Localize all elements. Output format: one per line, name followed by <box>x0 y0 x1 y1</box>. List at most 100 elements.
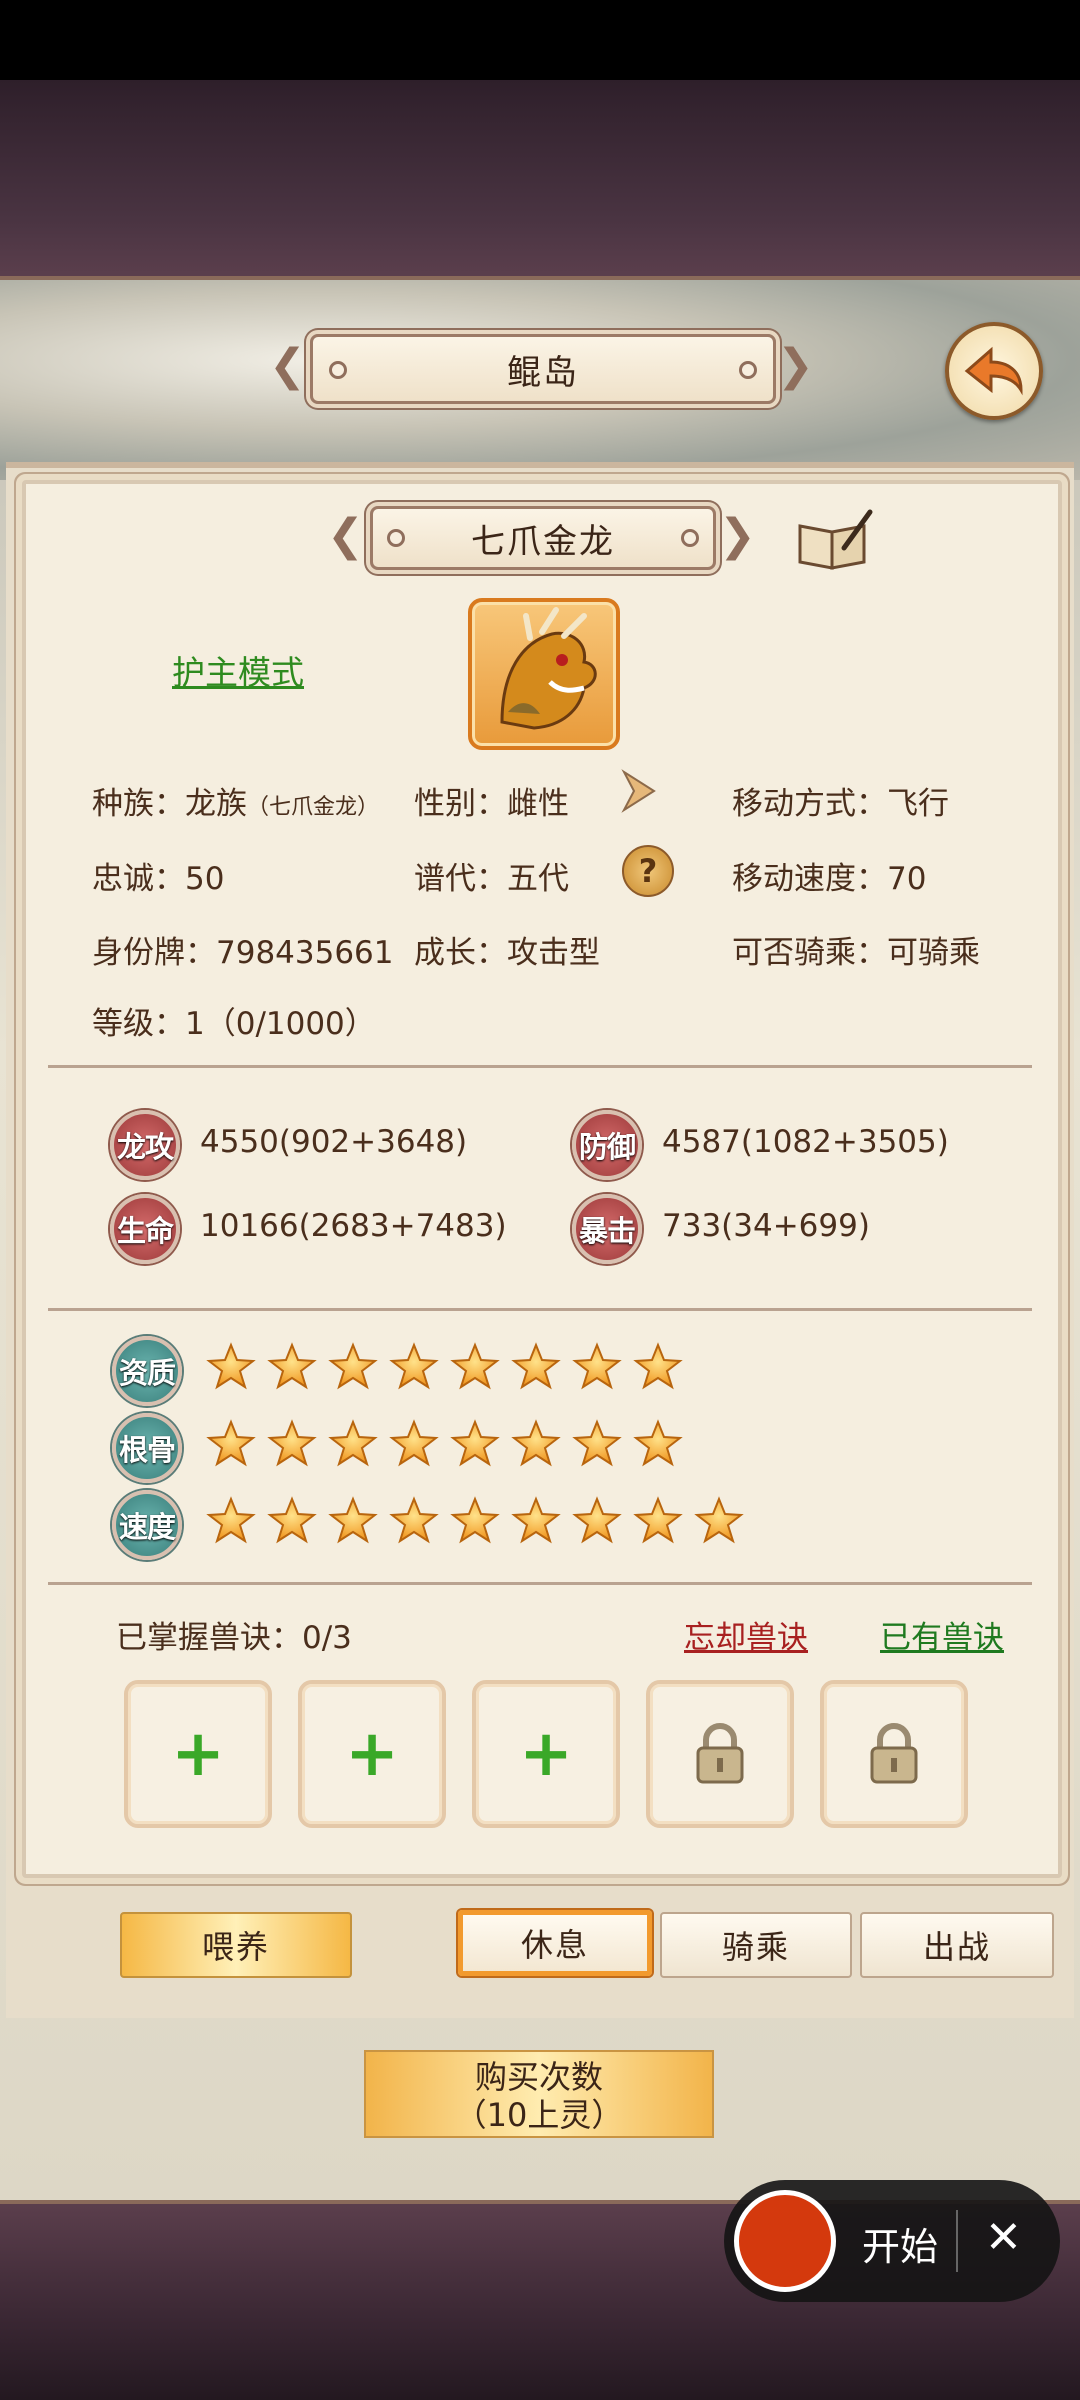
loyalty-label: 忠诚： <box>92 861 185 897</box>
crit-badge: 暴击 <box>572 1194 642 1264</box>
aptitude-badge: 资质 <box>112 1336 182 1406</box>
rest-button[interactable]: 休息 <box>458 1910 652 1976</box>
defense-badge: 防御 <box>572 1110 642 1180</box>
star-icon <box>328 1342 378 1396</box>
skill-slot-add[interactable]: + <box>124 1680 272 1828</box>
growth-value: 攻击型 <box>507 935 600 971</box>
owned-skill-link[interactable]: 已有兽诀 <box>880 1612 1004 1657</box>
location-banner: ❮ 鲲岛 ❯ <box>269 334 814 404</box>
buy-cost: （10上灵） <box>454 2096 624 2134</box>
lock-icon <box>870 1723 918 1784</box>
star-icon <box>267 1419 317 1473</box>
star-icon <box>450 1342 500 1396</box>
speed-label: 移动速度： <box>732 861 887 897</box>
pet-name: 七爪金龙 <box>471 521 615 562</box>
move-label: 移动方式： <box>732 786 887 822</box>
forget-skill-link[interactable]: 忘却兽诀 <box>684 1612 808 1657</box>
gender-label: 性别： <box>414 786 507 822</box>
race-label: 种族： <box>92 786 185 822</box>
star-icon <box>328 1419 378 1473</box>
race-value: 龙族 <box>185 786 247 822</box>
buy-label: 购买次数 <box>474 2058 603 2096</box>
star-icon <box>206 1342 256 1396</box>
pet-portrait[interactable] <box>468 598 620 750</box>
star-icon <box>633 1342 683 1396</box>
divider <box>48 1582 1032 1585</box>
speed-value: 70 <box>887 861 927 897</box>
star-icon <box>206 1496 256 1550</box>
bone-badge: 根骨 <box>112 1413 182 1483</box>
plus-icon: + <box>519 1717 573 1791</box>
star-icon <box>328 1496 378 1550</box>
battle-button[interactable]: 出战 <box>860 1912 1054 1978</box>
id-value: 798435661 <box>216 935 394 971</box>
ride-button[interactable]: 骑乘 <box>660 1912 852 1978</box>
star-icon <box>450 1496 500 1550</box>
location-title: 鲲岛 <box>507 352 579 393</box>
loyalty-value: 50 <box>185 861 225 897</box>
attack-badge: 龙攻 <box>110 1110 180 1180</box>
growth-label: 成长： <box>414 935 507 971</box>
star-icon <box>267 1496 317 1550</box>
star-icon <box>450 1419 500 1473</box>
star-icon <box>633 1419 683 1473</box>
star-icon <box>694 1496 744 1550</box>
star-icon <box>389 1342 439 1396</box>
banner-right-ornament: ❯ <box>777 340 816 391</box>
skill-slot-add[interactable]: + <box>472 1680 620 1828</box>
divider <box>48 1065 1032 1068</box>
ride-value: 可骑乘 <box>887 935 980 971</box>
star-icon <box>511 1419 561 1473</box>
divider <box>48 1308 1032 1311</box>
defense-value: 4587(1082+3505) <box>662 1124 949 1160</box>
feed-button[interactable]: 喂养 <box>120 1912 352 1978</box>
hp-value: 10166(2683+7483) <box>200 1208 507 1244</box>
skill-slot-locked[interactable] <box>646 1680 794 1828</box>
buy-count-button[interactable]: 购买次数 （10上灵） <box>364 2050 714 2138</box>
book-quill-icon <box>798 509 873 570</box>
star-icon <box>511 1496 561 1550</box>
record-button[interactable] <box>734 2190 836 2292</box>
swap-arrow-icon <box>621 769 656 813</box>
gender-switch-button[interactable] <box>618 766 664 816</box>
pet-book-button[interactable] <box>794 508 874 572</box>
plus-icon: + <box>345 1717 399 1791</box>
star-icon <box>572 1342 622 1396</box>
golden-dragon-icon <box>500 607 597 730</box>
ride-label: 可否骑乘： <box>732 935 887 971</box>
star-icon <box>572 1419 622 1473</box>
mastered-label: 已掌握兽诀： <box>116 1620 302 1656</box>
record-start-label[interactable]: 开始 <box>862 2216 938 2271</box>
hp-badge: 生命 <box>110 1194 180 1264</box>
aptitude-stars <box>206 1342 683 1396</box>
speed-stars <box>206 1496 744 1550</box>
star-icon <box>206 1419 256 1473</box>
id-label: 身份牌： <box>92 935 216 971</box>
star-icon <box>633 1496 683 1550</box>
level-label: 等级： <box>92 1006 185 1042</box>
generation-value: 五代 <box>507 861 569 897</box>
star-icon <box>389 1419 439 1473</box>
race-sub: （七爪金龙） <box>247 795 380 820</box>
skill-slot-locked[interactable] <box>820 1680 968 1828</box>
back-arrow-icon <box>964 346 1023 396</box>
mastered-value: 0/3 <box>302 1620 352 1656</box>
move-value: 飞行 <box>887 786 949 822</box>
close-icon[interactable]: ✕ <box>985 2212 1022 2263</box>
pet-name-banner: ❮ 七爪金龙 ❯ <box>327 506 756 570</box>
star-icon <box>267 1342 317 1396</box>
star-icon <box>572 1496 622 1550</box>
recorder-separator <box>956 2210 958 2272</box>
help-icon[interactable]: ? <box>622 845 674 897</box>
crit-value: 733(34+699) <box>662 1208 870 1244</box>
skill-slot-add[interactable]: + <box>298 1680 446 1828</box>
level-value: 1（0/1000） <box>185 1006 376 1042</box>
banner-left-ornament: ❮ <box>269 340 308 391</box>
star-icon <box>511 1342 561 1396</box>
top-frame <box>0 80 1080 280</box>
status-bar <box>0 0 1080 80</box>
back-button[interactable] <box>945 322 1043 420</box>
plus-icon: + <box>171 1717 225 1791</box>
guard-mode-link[interactable]: 护主模式 <box>172 646 304 694</box>
bone-stars <box>206 1419 683 1473</box>
